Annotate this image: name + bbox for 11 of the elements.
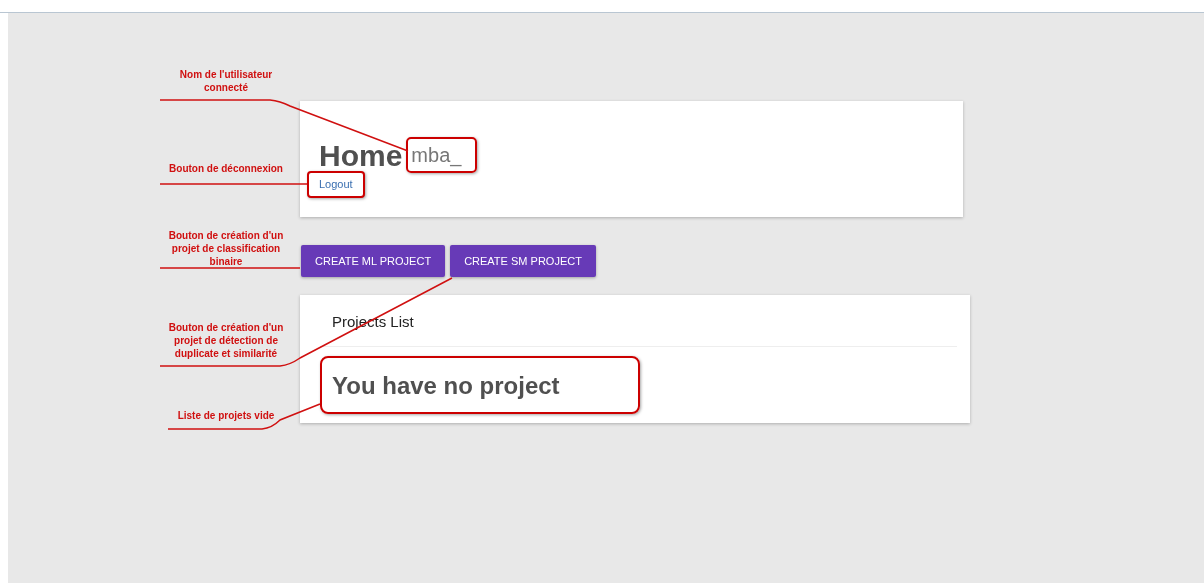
annotation-label: Bouton de création d'un projet de détection de duplicate et similarité	[167, 321, 285, 360]
create-project-button[interactable]: CREATE ML PROJECT	[301, 245, 446, 277]
annotation-label: Bouton de création d'un projet de classification binaire	[167, 229, 285, 268]
annotation-label: Bouton de déconnexion	[168, 162, 284, 175]
annotation-label: Liste de projets vide	[176, 409, 276, 422]
create-project-button[interactable]: CREATE SM PROJECT	[450, 245, 596, 277]
annotation-label: Nom de l'utilisateur connecté	[178, 68, 274, 94]
empty-message: You have no project	[320, 356, 640, 414]
logout-button[interactable]: Logout	[307, 171, 365, 198]
page-title: Home	[319, 139, 403, 173]
username-label: mba_	[406, 137, 478, 173]
